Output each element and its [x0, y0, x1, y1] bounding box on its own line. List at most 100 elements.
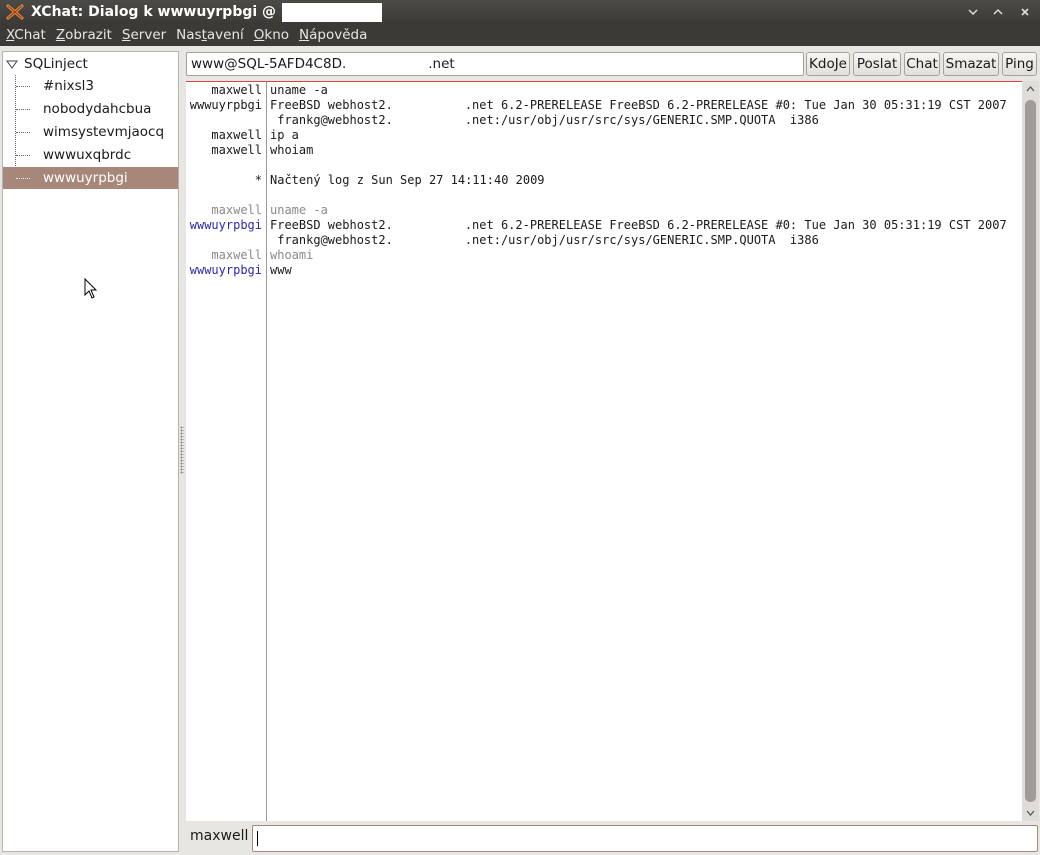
chat-nick[interactable]: maxwell: [186, 128, 262, 143]
tree-item[interactable]: wwwuxqbrdc: [3, 144, 178, 166]
menu-item-text: kno: [264, 27, 290, 43]
chat-text-area[interactable]: maxwell uname -a wwwuyrpbgi FreeBSD webhost…: [186, 81, 1022, 821]
chat-line: maxwell whoami: [186, 248, 1022, 263]
minimize-icon[interactable]: [962, 3, 984, 21]
chat-nick[interactable]: maxwell: [186, 83, 262, 98]
chat-message-part: frankg@webhost2.: [270, 113, 393, 127]
chat-message: uname -a: [270, 203, 328, 217]
chat-nick[interactable]: wwwuyrpbgi: [186, 218, 262, 233]
chat-scrollbar[interactable]: [1022, 81, 1039, 821]
tree-item[interactable]: nobodydahcbua: [3, 98, 178, 120]
menu-item-2[interactable]: Server: [122, 27, 166, 43]
expander-down-icon[interactable]: [6, 58, 18, 70]
chat-nick[interactable]: wwwuyrpbgi: [186, 98, 262, 113]
chat-message: FreeBSD webhost2. .net 6.2-PRERELEASE Fre…: [270, 98, 1007, 113]
message-input[interactable]: [252, 825, 1038, 852]
menu-item-mnemonic: O: [253, 27, 265, 43]
chat-line: * Načtený log z Sun Sep 27 14:11:40 2009: [186, 173, 1022, 188]
menu-item-text: Nas: [176, 27, 202, 43]
chat-line: maxwell uname -a: [186, 203, 1022, 218]
scrollbar-thumb[interactable]: [1025, 100, 1036, 802]
smazat-button[interactable]: Smazat: [943, 52, 999, 76]
chat-nick[interactable]: wwwuyrpbgi: [186, 263, 262, 278]
menu-item-text: erver: [130, 27, 167, 43]
tree-root-label: SQLinject: [24, 56, 88, 72]
topic-prefix: www@SQL-5AFD4C8D.: [191, 56, 347, 72]
scroll-down-icon[interactable]: [1022, 805, 1039, 821]
menu-item-text: obrazit: [65, 27, 112, 43]
chat-message: FreeBSD webhost2. .net 6.2-PRERELEASE Fre…: [270, 218, 1007, 233]
chat-message-part: .net:/usr/obj/usr/src/sys/GENERIC.SMP.QU…: [464, 233, 819, 247]
chat-nick[interactable]: *: [186, 173, 262, 188]
topic-field[interactable]: www@SQL-5AFD4C8D. .net: [186, 52, 804, 76]
chat-message: frankg@webhost2. .net:/usr/obj/usr/src/sy…: [270, 113, 819, 128]
chat-line: wwwuyrpbgi FreeBSD webhost2. .net 6.2-PRER…: [186, 98, 1022, 113]
tree-item[interactable]: wimsystevmjaocq: [3, 121, 178, 143]
chat-line: maxwell whoiam: [186, 143, 1022, 158]
tree-item[interactable]: wwwuyrpbgi: [3, 167, 178, 189]
scroll-up-icon[interactable]: [1022, 81, 1039, 97]
redacted-block: [392, 113, 465, 128]
tree-item[interactable]: #nixsl3: [3, 75, 178, 97]
own-nick-label[interactable]: maxwell: [190, 828, 248, 844]
chat-message: Načtený log z Sun Sep 27 14:11:40 2009: [270, 173, 545, 187]
poslat-button[interactable]: Poslat: [853, 52, 901, 76]
chat-line: maxwell ip a: [186, 128, 1022, 143]
chat-message-part: FreeBSD webhost2.: [270, 218, 393, 232]
xchat-logo-icon: [6, 3, 24, 21]
chat-message: frankg@webhost2. .net:/usr/obj/usr/src/sy…: [270, 233, 819, 248]
tree-item-label: wimsystevmjaocq: [43, 124, 165, 140]
menu-item-5[interactable]: Nápověda: [299, 27, 367, 43]
ping-button[interactable]: Ping: [1002, 52, 1037, 76]
menu-item-4[interactable]: Okno: [254, 27, 289, 43]
chat-message-part: .net 6.2-PRERELEASE FreeBSD 6.2-PRERELEA…: [464, 98, 1007, 112]
tree-branch-line: [16, 132, 30, 133]
menu-item-3[interactable]: Nastavení: [176, 27, 244, 43]
tree-item-label: nobodydahcbua: [43, 101, 152, 117]
channel-tree[interactable]: SQLinject #nixsl3 nobodydahcbua wimsystevm…: [2, 51, 179, 852]
chat-nick[interactable]: maxwell: [186, 248, 262, 263]
chat-button[interactable]: Chat: [904, 52, 940, 76]
chat-nick[interactable]: maxwell: [186, 203, 262, 218]
window-titlebar[interactable]: XChat: Dialog k wwwuyrpbgi @: [0, 0, 1040, 24]
menu-item-text: ápověda: [309, 27, 368, 43]
redacted-block: [392, 98, 465, 113]
menu-item-text: Chat: [14, 27, 46, 43]
chat-message: www: [270, 263, 292, 277]
chat-line: wwwuyrpbgi www: [186, 263, 1022, 278]
redacted-block: [282, 2, 383, 22]
tree-branch-line: [16, 178, 30, 179]
tree-root-sqlinject[interactable]: SQLinject: [3, 54, 88, 74]
chat-line: frankg@webhost2. .net:/usr/obj/usr/src/sy…: [186, 113, 1022, 128]
window-title: XChat: Dialog k wwwuyrpbgi @: [31, 4, 277, 20]
chat-message: ip a: [270, 128, 299, 142]
menu-item-text: avení: [206, 27, 244, 43]
redacted-block: [392, 233, 465, 248]
chat-message-part: FreeBSD webhost2.: [270, 98, 393, 112]
kdoje-button[interactable]: KdoJe: [806, 52, 850, 76]
close-icon[interactable]: [1014, 3, 1036, 21]
text-caret: [257, 831, 258, 846]
menu-item-1[interactable]: Zobrazit: [56, 27, 112, 43]
chat-nick[interactable]: maxwell: [186, 143, 262, 158]
pane-splitter-handle[interactable]: [180, 426, 184, 474]
chat-message-part: frankg@webhost2.: [270, 233, 393, 247]
nick-separator-line: [266, 82, 267, 821]
tree-item-label: wwwuyrpbgi: [43, 170, 128, 186]
tree-branch-line: [16, 86, 30, 87]
menu-item-mnemonic: Z: [55, 27, 66, 43]
chat-message: whoami: [270, 248, 314, 262]
mouse-cursor-icon: [84, 277, 98, 300]
menu-bar: XChat Zobrazit Server Nastavení Okno Nápověda: [0, 24, 1040, 46]
menu-item-0[interactable]: XChat: [6, 27, 46, 43]
chat-message-part: .net 6.2-PRERELEASE FreeBSD 6.2-PRERELEA…: [464, 218, 1007, 232]
tree-branch-line: [16, 109, 30, 110]
chat-line: maxwell uname -a: [186, 83, 1022, 98]
maximize-icon[interactable]: [987, 3, 1009, 21]
tree-item-label: wwwuxqbrdc: [43, 147, 132, 163]
redacted-block: [392, 218, 465, 233]
tree-branch-line: [16, 155, 30, 156]
redacted-block: [346, 56, 429, 72]
topic-suffix: .net: [428, 56, 455, 72]
tree-item-label: #nixsl3: [43, 78, 94, 94]
